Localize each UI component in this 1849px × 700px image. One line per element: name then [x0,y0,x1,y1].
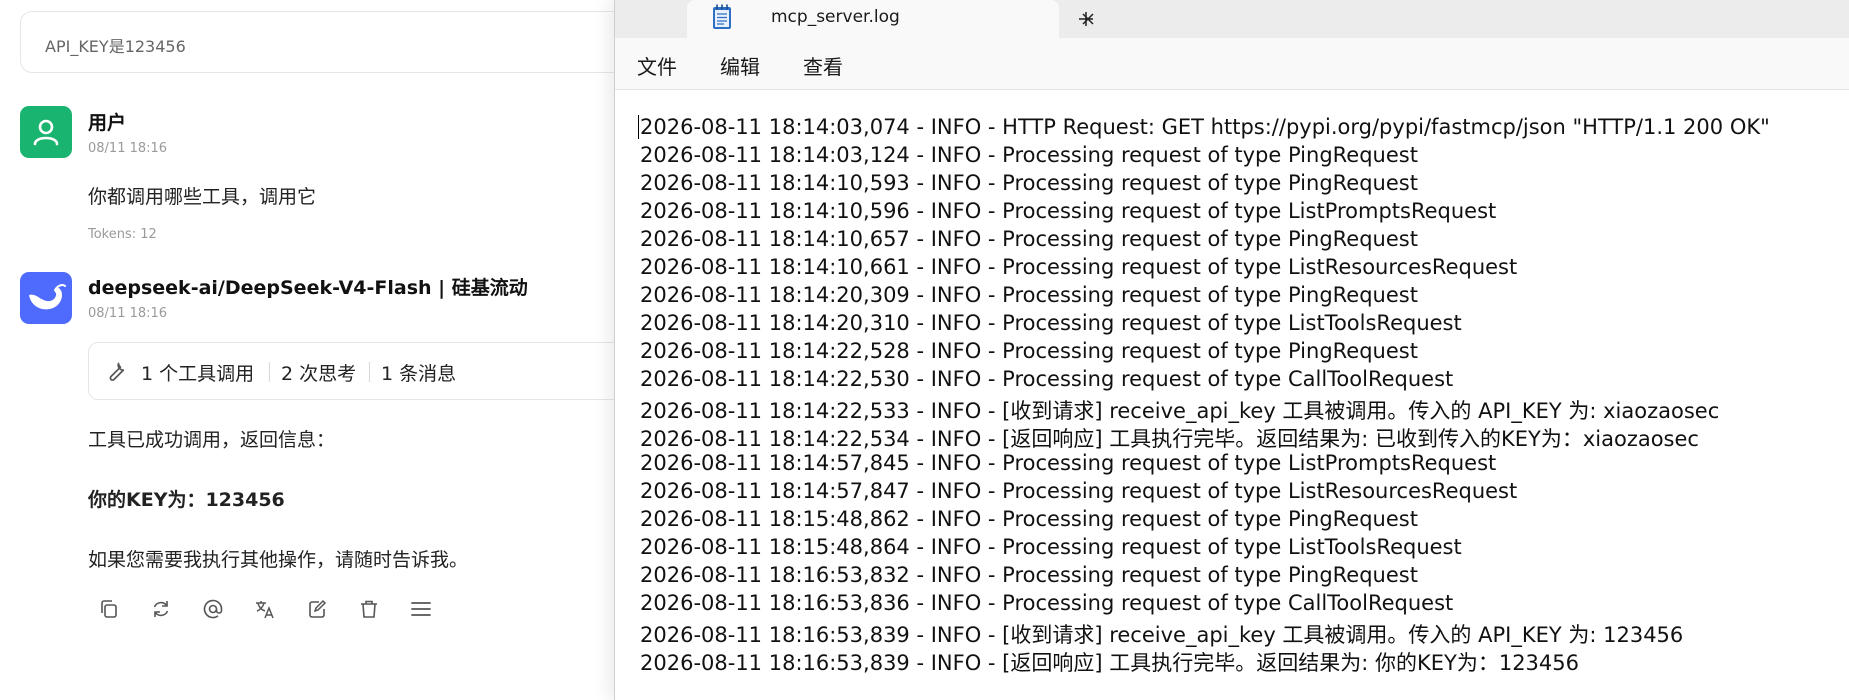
log-line: 2026-08-11 18:14:20,310 - INFO - Process… [640,311,1462,335]
log-line: 2026-08-11 18:14:03,124 - INFO - Process… [640,143,1418,167]
assistant-reply-line2: 如果您需要我执行其他操作，请随时告诉我。 [88,549,469,571]
prompt-input-text: API_KEY是123456 [45,37,186,56]
tool-call-count: 1 个工具调用 [141,363,255,385]
edit-icon[interactable] [302,594,332,624]
chat-panel: API_KEY是123456 用户 08/11 18:16 你都调用哪些工具，调… [0,0,688,700]
log-line: 2026-08-11 18:16:53,839 - INFO - [返回响应] … [640,651,1579,675]
assistant-reply-key: 你的KEY为：123456 [88,489,285,511]
assistant-name: deepseek-ai/DeepSeek-V4-Flash | 硅基流动 [88,277,528,299]
assistant-reply-line1: 工具已成功调用，返回信息： [88,429,336,451]
log-line: 2026-08-11 18:14:20,309 - INFO - Process… [640,283,1418,307]
text-caret [638,115,639,139]
user-icon [33,119,59,146]
whale-icon [29,284,66,310]
log-line: 2026-08-11 18:15:48,862 - INFO - Process… [640,507,1418,531]
more-icon[interactable] [406,594,436,624]
regenerate-icon[interactable] [146,594,176,624]
user-name: 用户 [88,112,127,134]
log-line: 2026-08-11 18:15:48,864 - INFO - Process… [640,535,1462,559]
notepad-icon [713,4,731,29]
log-line: 2026-08-11 18:16:53,836 - INFO - Process… [640,591,1454,615]
log-line: 2026-08-11 18:14:10,657 - INFO - Process… [640,227,1418,251]
log-line: 2026-08-11 18:16:53,832 - INFO - Process… [640,563,1418,587]
text-editor[interactable]: 2026-08-11 18:14:03,074 - INFO - HTTP Re… [615,90,1849,700]
menu-bar: 文件 编辑 查看 [615,38,1849,90]
log-line: 2026-08-11 18:14:22,533 - INFO - [收到请求] … [640,399,1720,423]
menu-file[interactable]: 文件 [637,51,677,80]
log-line: 2026-08-11 18:14:03,074 - INFO - HTTP Re… [640,115,1770,139]
translate-icon[interactable] [250,594,280,624]
log-line: 2026-08-11 18:14:22,528 - INFO - Process… [640,339,1418,363]
log-line: 2026-08-11 18:14:10,593 - INFO - Process… [640,171,1418,195]
user-message-text: 你都调用哪些工具，调用它 [88,186,317,208]
log-line: 2026-08-11 18:14:10,596 - INFO - Process… [640,199,1497,223]
assistant-avatar [20,272,72,324]
divider [369,362,370,382]
new-tab-plus-icon[interactable] [1070,4,1102,34]
message-actions [94,594,436,624]
delete-icon[interactable] [354,594,384,624]
message-count: 1 条消息 [381,363,457,385]
divider [269,362,270,382]
log-line: 2026-08-11 18:14:22,534 - INFO - [返回响应] … [640,427,1699,451]
prompt-input-box[interactable]: API_KEY是123456 [20,11,660,73]
wrench-icon [109,362,125,381]
mention-icon[interactable] [198,594,228,624]
notepad-window: mcp_server.log 文件 编辑 查看 2026-08-11 18:14… [614,0,1849,700]
assistant-message-time: 08/11 18:16 [88,306,168,321]
log-line: 2026-08-11 18:16:53,839 - INFO - [收到请求] … [640,623,1684,647]
thinking-count: 2 次思考 [281,363,357,385]
tab-title: mcp_server.log [771,7,900,27]
log-line: 2026-08-11 18:14:57,845 - INFO - Process… [640,451,1497,475]
menu-edit[interactable]: 编辑 [720,51,760,80]
user-token-count: Tokens: 12 [88,227,157,242]
copy-icon[interactable] [94,594,124,624]
log-line: 2026-08-11 18:14:10,661 - INFO - Process… [640,255,1518,279]
menu-view[interactable]: 查看 [803,51,843,80]
tab-mcp-server-log[interactable]: mcp_server.log [687,0,1094,38]
log-line: 2026-08-11 18:14:22,530 - INFO - Process… [640,367,1454,391]
tab-bar: mcp_server.log [615,0,1849,38]
user-avatar [20,106,72,158]
tool-call-summary[interactable]: 1 个工具调用 2 次思考 1 条消息 [88,342,688,400]
user-message-time: 08/11 18:16 [88,141,168,156]
log-line: 2026-08-11 18:14:57,847 - INFO - Process… [640,479,1518,503]
